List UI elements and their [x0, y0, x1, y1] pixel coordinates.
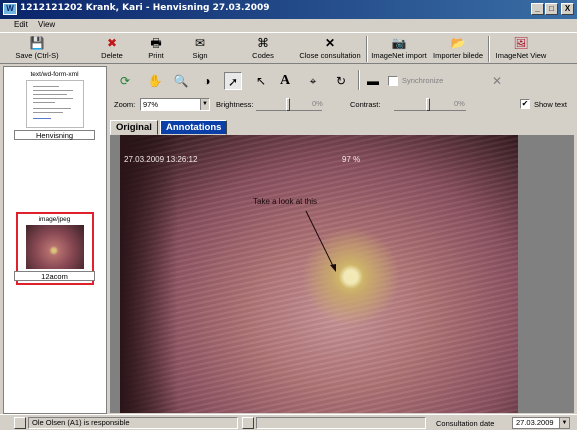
toolbar-separator	[366, 36, 368, 62]
status-button[interactable]	[14, 417, 26, 429]
save-button[interactable]: 💾 Save (Ctrl-S)	[12, 35, 62, 63]
main-toolbar: 💾 Save (Ctrl-S) ✖ Delete 🖶 Print ✉ Sign …	[0, 32, 577, 64]
printer-icon: 🖶	[150, 36, 162, 50]
controls-separator	[358, 70, 360, 90]
tab-original[interactable]: Original	[110, 120, 158, 135]
floppy-disk-icon: 💾	[29, 36, 45, 50]
magnifier-icon[interactable]: 🔍	[172, 72, 190, 90]
show-text-checkbox[interactable]: ✔	[520, 99, 530, 109]
status-bar: Ole Olsen (A1) is responsible Consultati…	[0, 414, 577, 430]
title-bar: W 1212121202 Krank, Kari - Henvisning 27…	[0, 0, 577, 19]
minimize-button[interactable]: _	[531, 3, 544, 15]
codes-icon: ⌘	[257, 36, 269, 50]
text-tool-icon[interactable]: A	[276, 72, 294, 90]
codes-button[interactable]: ⌘ Codes	[248, 35, 278, 63]
close-x-icon: ✕	[324, 36, 336, 50]
crosshair-icon[interactable]: ⌖	[304, 72, 322, 90]
imagenet-view-icon: 🖼	[513, 36, 529, 50]
delete-x-icon: ✖	[106, 36, 118, 50]
synchronize-checkbox[interactable]	[388, 76, 398, 86]
line-tool-icon[interactable]: ▬	[364, 72, 382, 90]
chevron-down-icon: ▼	[200, 99, 209, 110]
skin-lesion-image[interactable]: 27.03.2009 13:26:12 97 % Take a look at …	[120, 135, 518, 413]
slider-thumb[interactable]	[426, 98, 430, 111]
pan-hand-icon[interactable]: ✋	[146, 72, 164, 90]
document-list-panel: text/wd-form-xml Henvisning image/jpeg 1…	[3, 66, 107, 414]
annotation-arrow[interactable]	[120, 135, 518, 413]
imagenet-import-button[interactable]: 📷 ImageNet import	[370, 35, 428, 63]
responsible-status: Ole Olsen (A1) is responsible	[28, 417, 238, 429]
refresh-icon[interactable]: ⟳	[116, 72, 134, 90]
zoom-label: Zoom:	[114, 100, 136, 109]
consultation-date-picker[interactable]: 27.03.2009 ▼	[512, 417, 570, 429]
app-icon: W	[3, 3, 17, 15]
view-tabs: Original Annotations	[110, 120, 574, 135]
print-button[interactable]: 🖶 Print	[142, 35, 170, 63]
zoom-select[interactable]: 97% ▼	[140, 98, 210, 111]
chevron-down-icon: ▼	[559, 418, 569, 428]
thumbnail-caption: 12acom	[14, 271, 95, 281]
clear-icon[interactable]: ✕	[488, 72, 506, 90]
arrow-annotation-icon[interactable]: ↖	[252, 72, 270, 90]
maximize-button[interactable]: □	[545, 3, 558, 15]
menu-edit[interactable]: Edit	[14, 20, 28, 29]
select-pointer-icon[interactable]: ➚	[224, 72, 242, 90]
menu-bar: Edit View	[0, 19, 577, 32]
synchronize-label: Synchronize	[402, 76, 444, 85]
tab-annotations[interactable]: Annotations	[160, 120, 228, 135]
status-spacer	[256, 417, 426, 429]
show-text-label: Show text	[534, 100, 567, 109]
close-consultation-button[interactable]: ✕ Close consultation	[298, 35, 362, 63]
image-preview	[25, 225, 84, 269]
delete-button[interactable]: ✖ Delete	[96, 35, 128, 63]
image-viewer[interactable]: 27.03.2009 13:26:12 97 % Take a look at …	[110, 135, 574, 413]
toolbar-separator	[488, 36, 490, 62]
sign-button[interactable]: ✉ Sign	[186, 35, 214, 63]
slider-thumb[interactable]	[286, 98, 290, 111]
rotate-icon[interactable]: ↻	[332, 72, 350, 90]
thumbnail-caption: Henvisning	[14, 130, 95, 140]
status-button[interactable]	[242, 417, 254, 429]
imagenet-view-button[interactable]: 🖼 ImageNet View	[494, 35, 548, 63]
consultation-date-label: Consultation date	[436, 419, 495, 428]
form-preview	[25, 80, 84, 128]
thumbnail-type: image/jpeg	[38, 216, 71, 223]
window-title: 1212121202 Krank, Kari - Henvisning 27.0…	[20, 3, 270, 13]
stamp-icon: ✉	[194, 36, 206, 50]
menu-view[interactable]: View	[38, 20, 55, 29]
thumbnail-form[interactable]: text/wd-form-xml Henvisning	[14, 71, 95, 140]
brightness-label: Brightness:	[216, 100, 254, 109]
contrast-label: Contrast:	[350, 100, 381, 109]
contrast-icon[interactable]: ◑	[198, 72, 216, 90]
thumbnail-image[interactable]: image/jpeg 12acom	[14, 216, 95, 281]
folder-icon: 📂	[450, 36, 466, 50]
viewer-controls: ⟳ ✋ 🔍 ◑ ➚ ↖ A ⌖ ↻ ▬ Synchronize ✕ Zoom: …	[110, 66, 577, 118]
thumbnail-type: text/wd-form-xml	[30, 71, 79, 78]
brightness-slider[interactable]: 0%	[256, 98, 323, 111]
close-window-button[interactable]: X	[561, 3, 574, 15]
importer-bilede-button[interactable]: 📂 Importer bilede	[432, 35, 484, 63]
contrast-slider[interactable]: 0%	[394, 98, 466, 111]
camera-icon: 📷	[391, 36, 407, 50]
